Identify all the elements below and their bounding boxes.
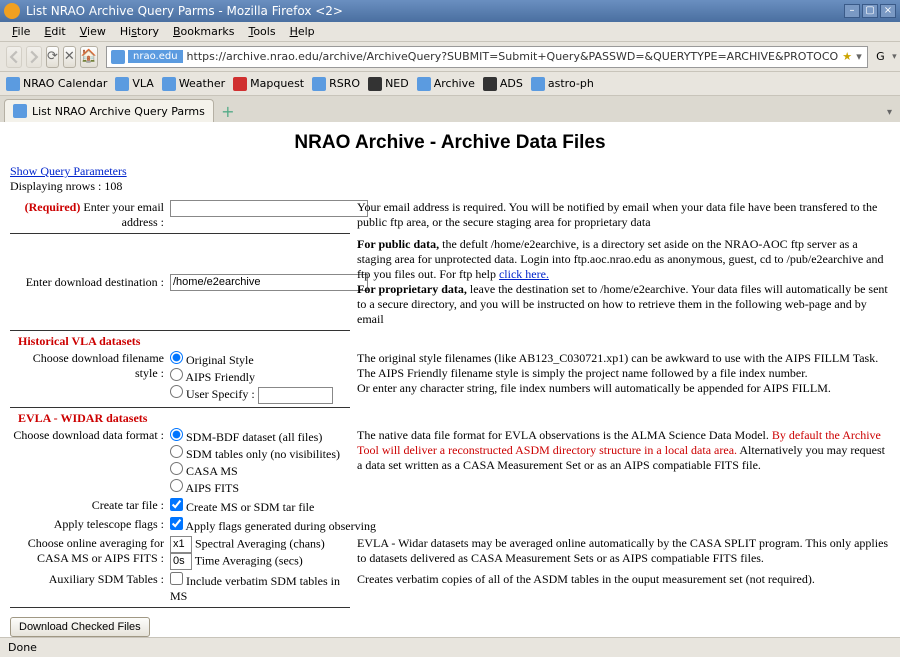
home-button[interactable]: 🏠 xyxy=(80,46,98,68)
bookmark-ned[interactable]: NED xyxy=(368,77,409,91)
tabs-dropdown-icon[interactable]: ▾ xyxy=(883,103,896,122)
bookmark-star-icon[interactable]: ★ xyxy=(842,50,852,63)
checkbox-apply-flags[interactable] xyxy=(170,517,183,530)
url-identity-badge: nrao.edu xyxy=(128,50,183,63)
back-button[interactable] xyxy=(6,46,22,68)
menu-tools[interactable]: Tools xyxy=(242,23,281,40)
checkbox-create-tar[interactable] xyxy=(170,498,183,511)
radio-sdm-tables[interactable] xyxy=(170,445,183,458)
page-title: NRAO Archive - Archive Data Files xyxy=(10,132,890,154)
status-bar: Done xyxy=(0,637,900,657)
ftp-help-link[interactable]: click here. xyxy=(499,267,549,281)
navigation-toolbar: ⟳ ✕ 🏠 nrao.edu https://archive.nrao.edu/… xyxy=(0,42,900,72)
filename-desc: The original style filenames (like AB123… xyxy=(345,351,890,396)
tab-label: List NRAO Archive Query Parms xyxy=(32,105,205,118)
menu-file[interactable]: File xyxy=(6,23,36,40)
site-icon xyxy=(111,50,125,64)
bookmark-vla[interactable]: VLA xyxy=(115,77,153,91)
bookmark-archive[interactable]: Archive xyxy=(417,77,475,91)
status-text: Done xyxy=(8,641,37,654)
destination-field[interactable] xyxy=(170,274,368,291)
new-tab-button[interactable]: + xyxy=(218,102,238,122)
url-text[interactable]: https://archive.nrao.edu/archive/Archive… xyxy=(183,50,843,63)
radio-aips-friendly[interactable] xyxy=(170,368,183,381)
averaging-label: Choose online averaging for CASA MS or A… xyxy=(10,536,170,566)
menu-help[interactable]: Help xyxy=(284,23,321,40)
reload-button[interactable]: ⟳ xyxy=(46,46,59,68)
window-title: List NRAO Archive Query Parms - Mozilla … xyxy=(26,4,844,18)
bookmark-rsro[interactable]: RSRO xyxy=(312,77,360,91)
tab-active[interactable]: List NRAO Archive Query Parms xyxy=(4,99,214,122)
bookmark-nrao-calendar[interactable]: NRAO Calendar xyxy=(6,77,107,91)
user-specify-field[interactable] xyxy=(258,387,333,404)
evla-header: EVLA - WIDAR datasets xyxy=(10,411,170,426)
time-avg-field[interactable] xyxy=(170,553,192,570)
dest-label: Enter download destination : xyxy=(10,275,170,290)
search-dropdown-icon[interactable]: ▾ xyxy=(892,52,897,62)
bookmark-astro-ph[interactable]: astro-ph xyxy=(531,77,594,91)
firefox-icon xyxy=(4,3,20,19)
download-checked-button[interactable]: Download Checked Files xyxy=(10,617,150,637)
nrows-text: Displaying nrows : 108 xyxy=(10,179,890,194)
bookmarks-toolbar: NRAO Calendar VLA Weather Mapquest RSRO … xyxy=(0,72,900,96)
window-titlebar: List NRAO Archive Query Parms - Mozilla … xyxy=(0,0,900,22)
email-description: Your email address is required. You will… xyxy=(345,200,890,230)
minimize-button[interactable]: – xyxy=(844,4,860,18)
radio-user-specify[interactable] xyxy=(170,385,183,398)
email-field[interactable] xyxy=(170,200,368,217)
url-bar[interactable]: nrao.edu https://archive.nrao.edu/archiv… xyxy=(106,46,868,68)
aux-desc: Creates verbatim copies of all of the AS… xyxy=(345,572,890,587)
menu-bar: File Edit View History Bookmarks Tools H… xyxy=(0,22,900,42)
checkbox-verbatim-sdm[interactable] xyxy=(170,572,183,585)
close-button[interactable]: × xyxy=(880,4,896,18)
forward-button[interactable] xyxy=(26,46,42,68)
spectral-avg-field[interactable] xyxy=(170,536,192,553)
tab-strip: List NRAO Archive Query Parms + ▾ xyxy=(0,96,900,122)
menu-view[interactable]: View xyxy=(74,23,112,40)
menu-bookmarks[interactable]: Bookmarks xyxy=(167,23,240,40)
url-dropdown-icon[interactable]: ▾ xyxy=(852,50,866,63)
radio-aips-fits[interactable] xyxy=(170,479,183,492)
format-label: Choose download data format : xyxy=(10,428,170,443)
radio-casa-ms[interactable] xyxy=(170,462,183,475)
menu-edit[interactable]: Edit xyxy=(38,23,71,40)
bookmark-weather[interactable]: Weather xyxy=(162,77,225,91)
stop-button[interactable]: ✕ xyxy=(63,46,76,68)
tar-label: Create tar file : xyxy=(10,498,170,513)
menu-history[interactable]: History xyxy=(114,23,165,40)
averaging-desc: EVLA - Widar datasets may be averaged on… xyxy=(345,536,890,566)
aux-label: Auxiliary SDM Tables : xyxy=(10,572,170,587)
tab-favicon xyxy=(13,104,27,118)
bookmark-mapquest[interactable]: Mapquest xyxy=(233,77,304,91)
flags-label: Apply telescope flags : xyxy=(10,517,170,532)
required-label: (Required) xyxy=(25,200,81,214)
bookmark-ads[interactable]: ADS xyxy=(483,77,523,91)
radio-original-style[interactable] xyxy=(170,351,183,364)
filename-style-label: Choose download filename style : xyxy=(10,351,170,381)
historical-header: Historical VLA datasets xyxy=(10,334,170,349)
search-engine-icon[interactable]: G xyxy=(876,50,890,64)
maximize-button[interactable]: ▢ xyxy=(862,4,878,18)
show-query-link[interactable]: Show Query Parameters xyxy=(10,164,127,178)
format-desc: The native data file format for EVLA obs… xyxy=(345,428,890,473)
page-content: NRAO Archive - Archive Data Files Show Q… xyxy=(0,122,900,637)
radio-sdm-bdf[interactable] xyxy=(170,428,183,441)
